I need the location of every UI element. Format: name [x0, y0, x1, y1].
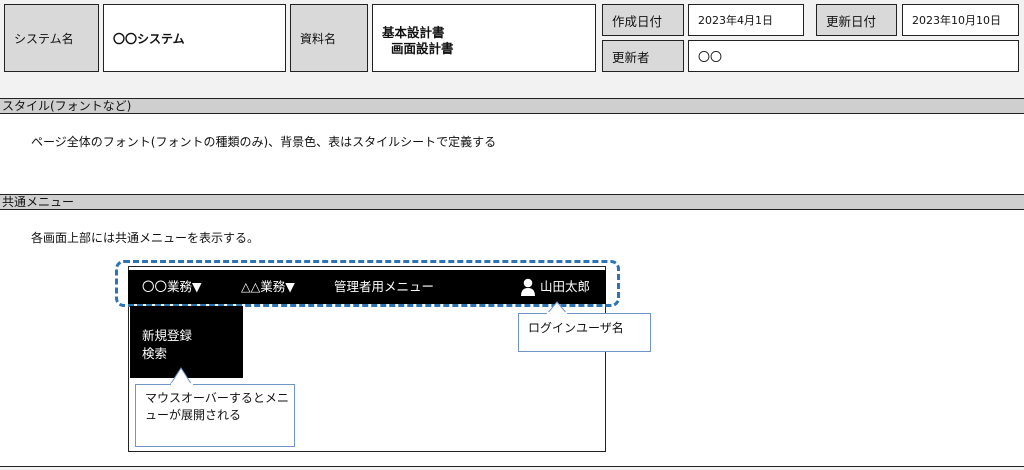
- updated-date-label: 更新日付: [816, 4, 897, 36]
- dropdown-item-new[interactable]: 新規登録: [142, 325, 192, 344]
- hover-callout: マウスオーバーするとメニューが展開される: [135, 384, 295, 447]
- updated-date-value: 2023年10月10日: [902, 4, 1019, 36]
- dropdown-item-search[interactable]: 検索: [142, 343, 167, 362]
- style-section-body: ページ全体のフォント(フォントの種類のみ)、背景色、表はスタイルシートで定義する: [0, 114, 1024, 194]
- hover-callout-text: マウスオーバーするとメニューが展開される: [145, 391, 289, 422]
- system-name-value: 〇〇システム: [103, 4, 286, 72]
- system-name-label: システム名: [4, 4, 99, 72]
- document-name-label: 資料名: [290, 4, 368, 72]
- style-section-heading: スタイル(フォントなど): [0, 98, 1024, 114]
- document-title-line-2: 画面設計書: [391, 41, 454, 56]
- menu-section-heading: 共通メニュー: [0, 194, 1024, 210]
- document-name-value: 基本設計書 画面設計書: [372, 4, 596, 72]
- created-date-value: 2023年4月1日: [688, 4, 804, 36]
- callout-pointer-hover-cover: [171, 383, 193, 386]
- menu-section-text: 各画面上部には共通メニューを表示する。: [31, 231, 260, 245]
- callout-pointer-user-cover: [547, 312, 567, 315]
- updater-label: 更新者: [602, 40, 684, 72]
- user-callout-text: ログインユーザ名: [528, 321, 624, 335]
- user-callout: ログインユーザ名: [518, 313, 651, 352]
- style-section-text: ページ全体のフォント(フォントの種類のみ)、背景色、表はスタイルシートで定義する: [31, 135, 497, 149]
- updater-value: 〇〇: [688, 40, 1019, 72]
- created-date-label: 作成日付: [602, 4, 684, 36]
